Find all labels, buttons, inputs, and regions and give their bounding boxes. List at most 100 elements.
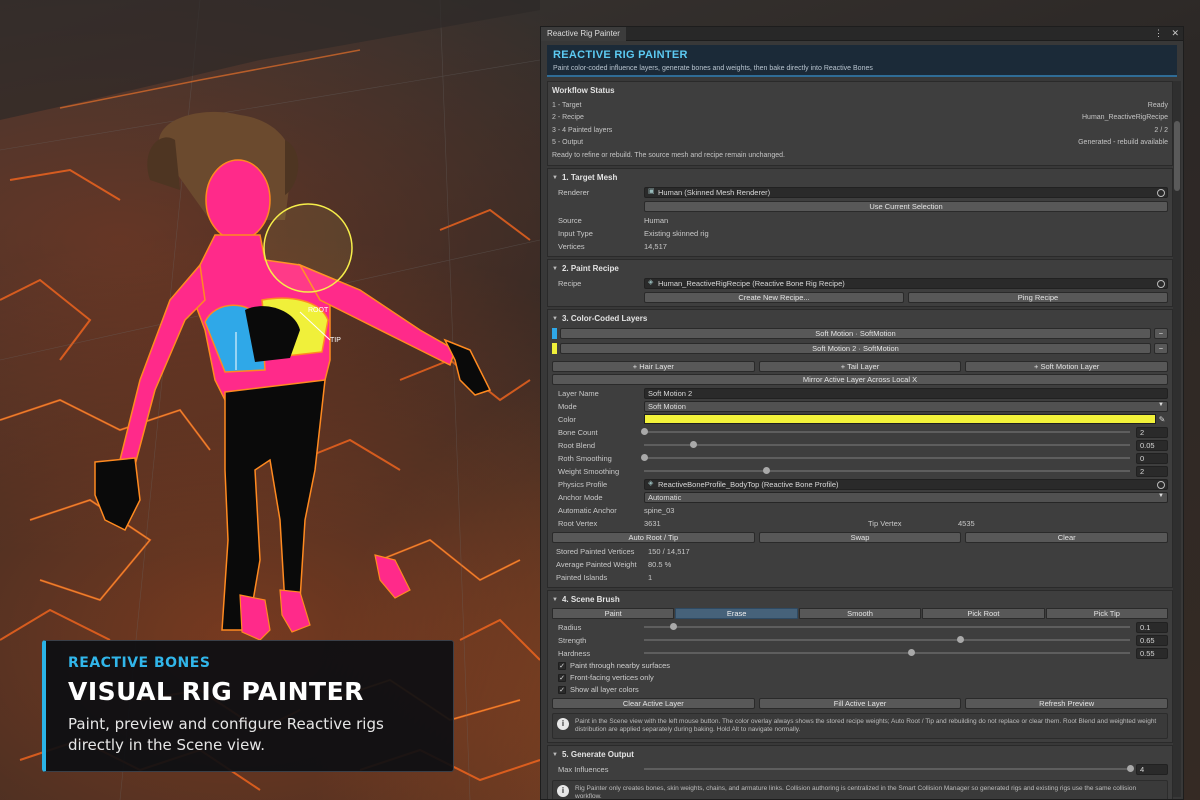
max-influences-row: Max Influences 4 xyxy=(552,763,1168,776)
object-picker-icon[interactable] xyxy=(1157,279,1165,288)
add-soft-motion-layer-button[interactable]: + Soft Motion Layer xyxy=(965,360,1169,372)
workflow-status-title: Workflow Status xyxy=(552,86,615,95)
workflow-row-label: 2 - Recipe xyxy=(552,114,584,122)
renderer-field[interactable]: ▣ Human (Skinned Mesh Renderer) xyxy=(644,186,1168,198)
slider-knob[interactable] xyxy=(689,441,697,448)
use-current-selection-button[interactable]: Use Current Selection xyxy=(644,200,1168,212)
foldout-arrow-icon: ▼ xyxy=(552,265,558,272)
input-type-value: Existing skinned rig xyxy=(644,228,709,238)
slider-knob[interactable] xyxy=(670,623,678,630)
generate-output-header: 5. Generate Output xyxy=(561,750,634,759)
remove-layer-button[interactable]: − xyxy=(1154,327,1168,339)
layer-select-button[interactable]: Soft Motion · SoftMotion xyxy=(560,327,1151,339)
roth-smoothing-value[interactable]: 0 xyxy=(1136,452,1168,464)
layer-name-field[interactable]: Soft Motion 2 xyxy=(644,387,1168,399)
remove-layer-button[interactable]: − xyxy=(1154,342,1168,354)
tab-pick-root[interactable]: Pick Root xyxy=(922,607,1045,619)
mirror-layer-button[interactable]: Mirror Active Layer Across Local X xyxy=(552,373,1168,385)
root-blend-slider[interactable]: 0.05 xyxy=(644,439,1168,451)
front-facing-checkbox[interactable]: ✓ Front-facing vertices only xyxy=(552,672,1168,684)
generate-output-foldout[interactable]: ▼ 5. Generate Output xyxy=(552,749,1168,761)
target-mesh-foldout[interactable]: ▼ 1. Target Mesh xyxy=(552,172,1168,184)
ping-recipe-button[interactable]: Ping Recipe xyxy=(908,291,1168,303)
layers-foldout[interactable]: ▼ 3. Color-Coded Layers xyxy=(552,313,1168,325)
slider-knob[interactable] xyxy=(908,649,916,656)
scrollbar-thumb[interactable] xyxy=(1174,121,1180,191)
layer-select-button[interactable]: Soft Motion 2 · SoftMotion xyxy=(560,342,1151,354)
layer-item: Soft Motion · SoftMotion − xyxy=(552,327,1168,340)
auto-root-tip-button[interactable]: Auto Root / Tip xyxy=(552,531,755,543)
add-tail-layer-button[interactable]: + Tail Layer xyxy=(758,360,962,372)
promo-description: Paint, preview and configure Reactive ri… xyxy=(68,714,431,756)
paint-recipe-section: ▼ 2. Paint Recipe Recipe ◈ Human_Reactiv… xyxy=(547,258,1173,307)
create-new-recipe-button[interactable]: Create New Recipe... xyxy=(644,291,904,303)
root-blend-row: Root Blend 0.05 xyxy=(552,439,1168,452)
brush-action-buttons: Clear Active Layer Fill Active Layer Ref… xyxy=(552,697,1169,709)
workflow-note: Ready to refine or rebuild. The source m… xyxy=(552,149,1168,162)
object-picker-icon[interactable] xyxy=(1157,480,1165,489)
bone-count-value[interactable]: 2 xyxy=(1136,426,1168,438)
slider-knob[interactable] xyxy=(641,454,648,461)
tab-erase[interactable]: Erase xyxy=(675,607,798,619)
scene-brush-foldout[interactable]: ▼ 4. Scene Brush xyxy=(552,594,1168,606)
checkbox-label: Show all layer colors xyxy=(570,685,639,694)
tab-paint[interactable]: Paint xyxy=(552,607,675,619)
hardness-slider[interactable]: 0.55 xyxy=(644,647,1168,659)
inspector-scrollbar[interactable] xyxy=(1173,81,1181,797)
slider-track xyxy=(641,454,1130,461)
anchor-mode-dropdown[interactable]: Automatic ▼ xyxy=(644,491,1168,503)
recipe-field[interactable]: ◈ Human_ReactiveRigRecipe (Reactive Bone… xyxy=(644,277,1168,289)
radius-slider[interactable]: 0.1 xyxy=(644,621,1168,633)
strength-slider[interactable]: 0.65 xyxy=(644,634,1168,646)
workflow-status-box: Workflow Status 1 - Target Ready 2 - Rec… xyxy=(547,81,1173,166)
strength-value[interactable]: 0.65 xyxy=(1136,634,1168,646)
window-tab[interactable]: Reactive Rig Painter xyxy=(541,27,626,41)
max-influences-slider[interactable]: 4 xyxy=(644,763,1168,775)
slider-track xyxy=(644,467,1130,474)
workflow-row-value: 2 / 2 xyxy=(1154,126,1168,134)
paint-through-checkbox[interactable]: ✓ Paint through nearby surfaces xyxy=(552,660,1168,672)
tab-smooth[interactable]: Smooth xyxy=(798,607,922,619)
radius-value[interactable]: 0.1 xyxy=(1136,621,1168,633)
foldout-arrow-icon: ▼ xyxy=(552,315,558,322)
slider-knob[interactable] xyxy=(762,467,770,474)
color-field[interactable] xyxy=(644,414,1156,424)
clear-active-layer-button[interactable]: Clear Active Layer xyxy=(552,697,755,709)
profile-asset-icon: ◈ xyxy=(648,480,654,487)
max-influences-value[interactable]: 4 xyxy=(1136,763,1168,775)
swap-button[interactable]: Swap xyxy=(758,531,962,543)
mode-dropdown[interactable]: Soft Motion ▼ xyxy=(644,400,1168,412)
slider-knob[interactable] xyxy=(1127,765,1134,772)
hardness-value[interactable]: 0.55 xyxy=(1136,647,1168,659)
banner-title: REACTIVE RIG PAINTER xyxy=(553,49,688,61)
slider-track xyxy=(644,636,1130,643)
more-options-icon[interactable]: ⋮ xyxy=(1154,28,1163,38)
mode-value: Soft Motion xyxy=(648,401,686,411)
vertices-row: Vertices 14,517 xyxy=(552,240,1168,253)
physics-profile-row: Physics Profile ◈ ReactiveBoneProfile_Bo… xyxy=(552,478,1168,491)
brush-mode-tabs: Paint Erase Smooth Pick Root Pick Tip xyxy=(552,607,1169,619)
fill-active-layer-button[interactable]: Fill Active Layer xyxy=(758,697,962,709)
eyedropper-icon[interactable]: ✎ xyxy=(1156,415,1168,424)
add-layer-buttons: + Hair Layer + Tail Layer + Soft Motion … xyxy=(552,360,1169,372)
add-hair-layer-button[interactable]: + Hair Layer xyxy=(552,360,755,372)
slider-knob[interactable] xyxy=(641,428,648,435)
weight-smoothing-slider[interactable]: 2 xyxy=(644,465,1168,477)
weight-smoothing-value[interactable]: 2 xyxy=(1136,465,1168,477)
slider-knob[interactable] xyxy=(956,636,964,643)
radius-label: Radius xyxy=(558,622,582,632)
object-picker-icon[interactable] xyxy=(1157,188,1165,197)
refresh-preview-button[interactable]: Refresh Preview xyxy=(965,697,1169,709)
info-icon: i xyxy=(557,717,569,730)
clear-button[interactable]: Clear xyxy=(965,531,1169,543)
paint-recipe-foldout[interactable]: ▼ 2. Paint Recipe xyxy=(552,263,1168,275)
bone-count-slider[interactable]: 2 xyxy=(641,426,1168,438)
show-all-colors-checkbox[interactable]: ✓ Show all layer colors xyxy=(552,684,1168,696)
roth-smoothing-slider[interactable]: 0 xyxy=(641,452,1168,464)
rig-painter-window: Reactive Rig Painter ⋮ ✕ REACTIVE RIG PA… xyxy=(540,26,1184,800)
physics-profile-field[interactable]: ◈ ReactiveBoneProfile_BodyTop (Reactive … xyxy=(644,478,1168,490)
tab-pick-tip[interactable]: Pick Tip xyxy=(1045,607,1169,619)
close-window-icon[interactable]: ✕ xyxy=(1171,28,1179,38)
root-blend-value[interactable]: 0.05 xyxy=(1136,439,1168,451)
layer-item: Soft Motion 2 · SoftMotion − xyxy=(552,342,1168,355)
